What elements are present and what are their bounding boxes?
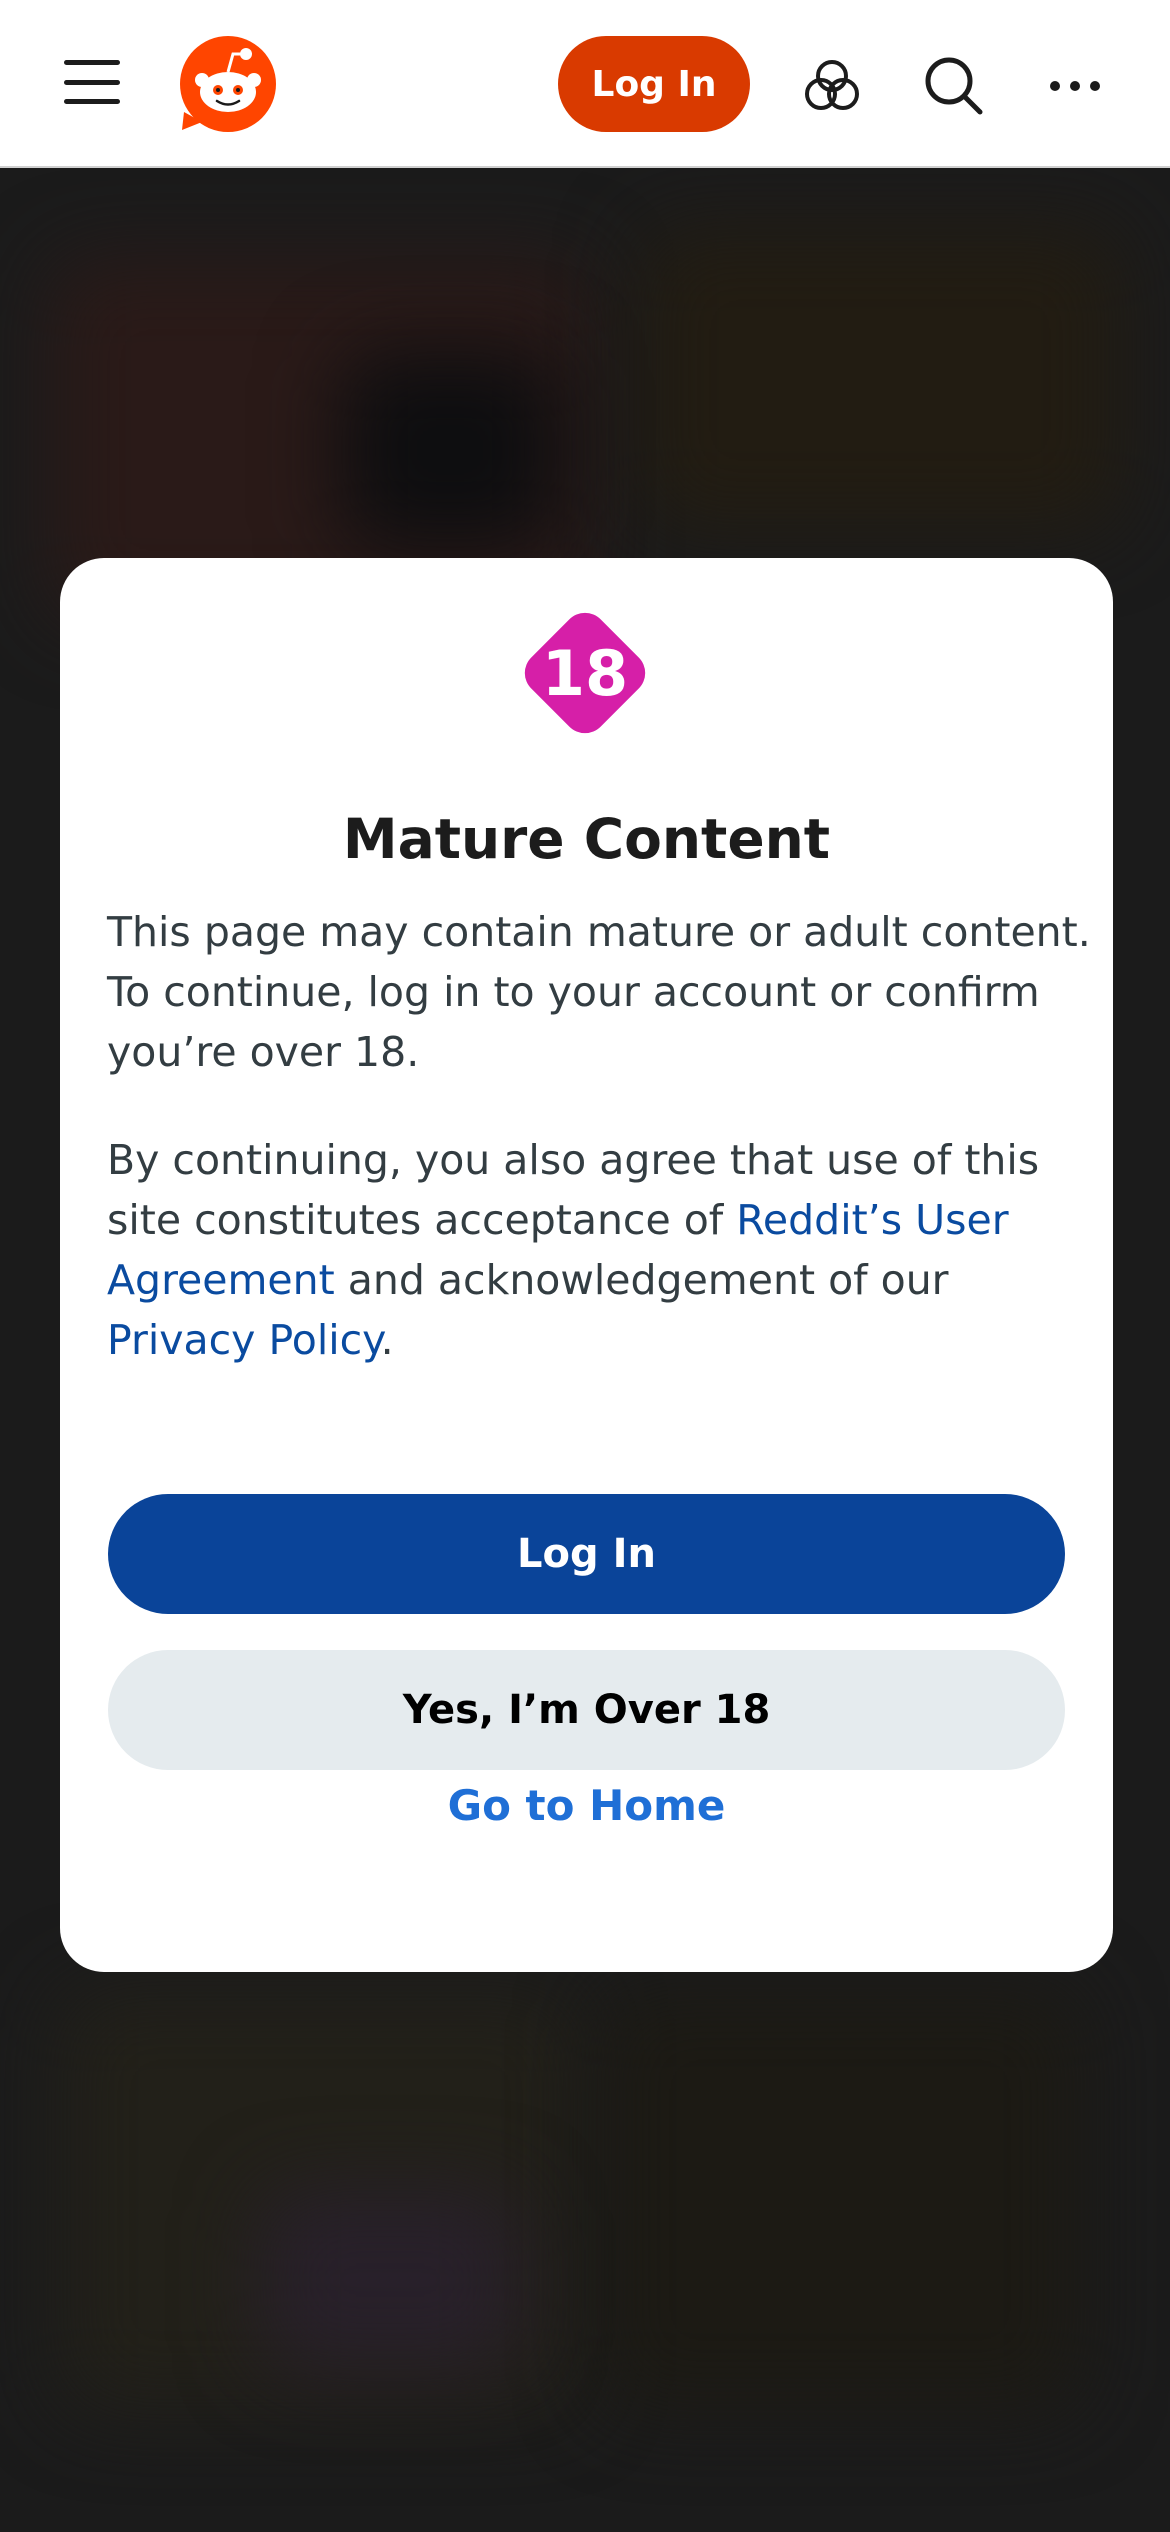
chat-bubbles-icon[interactable]: [800, 54, 864, 118]
svg-text:18: 18: [542, 637, 628, 710]
go-to-home-link[interactable]: Go to Home: [60, 1776, 1113, 1836]
agreement-text-part2: and acknowledgement of our: [334, 1256, 949, 1304]
mature-content-dialog: 18 Mature Content This page may contain …: [60, 558, 1113, 1972]
login-button[interactable]: Log In: [108, 1494, 1065, 1614]
dialog-description: This page may contain mature or adult co…: [107, 908, 1091, 1076]
header-login-button[interactable]: Log In: [558, 36, 750, 132]
menu-icon[interactable]: [64, 60, 120, 104]
agreement-text-part3: .: [380, 1316, 394, 1364]
dialog-agreement-text: By continuing, you also agree that use o…: [107, 1130, 1107, 1370]
search-icon[interactable]: [922, 54, 986, 118]
dialog-title: Mature Content: [342, 807, 831, 871]
more-icon[interactable]: [1043, 54, 1107, 118]
top-header: Log In: [0, 0, 1170, 168]
nsfw-18-badge-icon: 18: [524, 612, 646, 734]
reddit-logo[interactable]: [178, 34, 278, 134]
privacy-policy-link[interactable]: Privacy Policy: [107, 1316, 381, 1364]
over-18-button[interactable]: Yes, I’m Over 18: [108, 1650, 1065, 1770]
